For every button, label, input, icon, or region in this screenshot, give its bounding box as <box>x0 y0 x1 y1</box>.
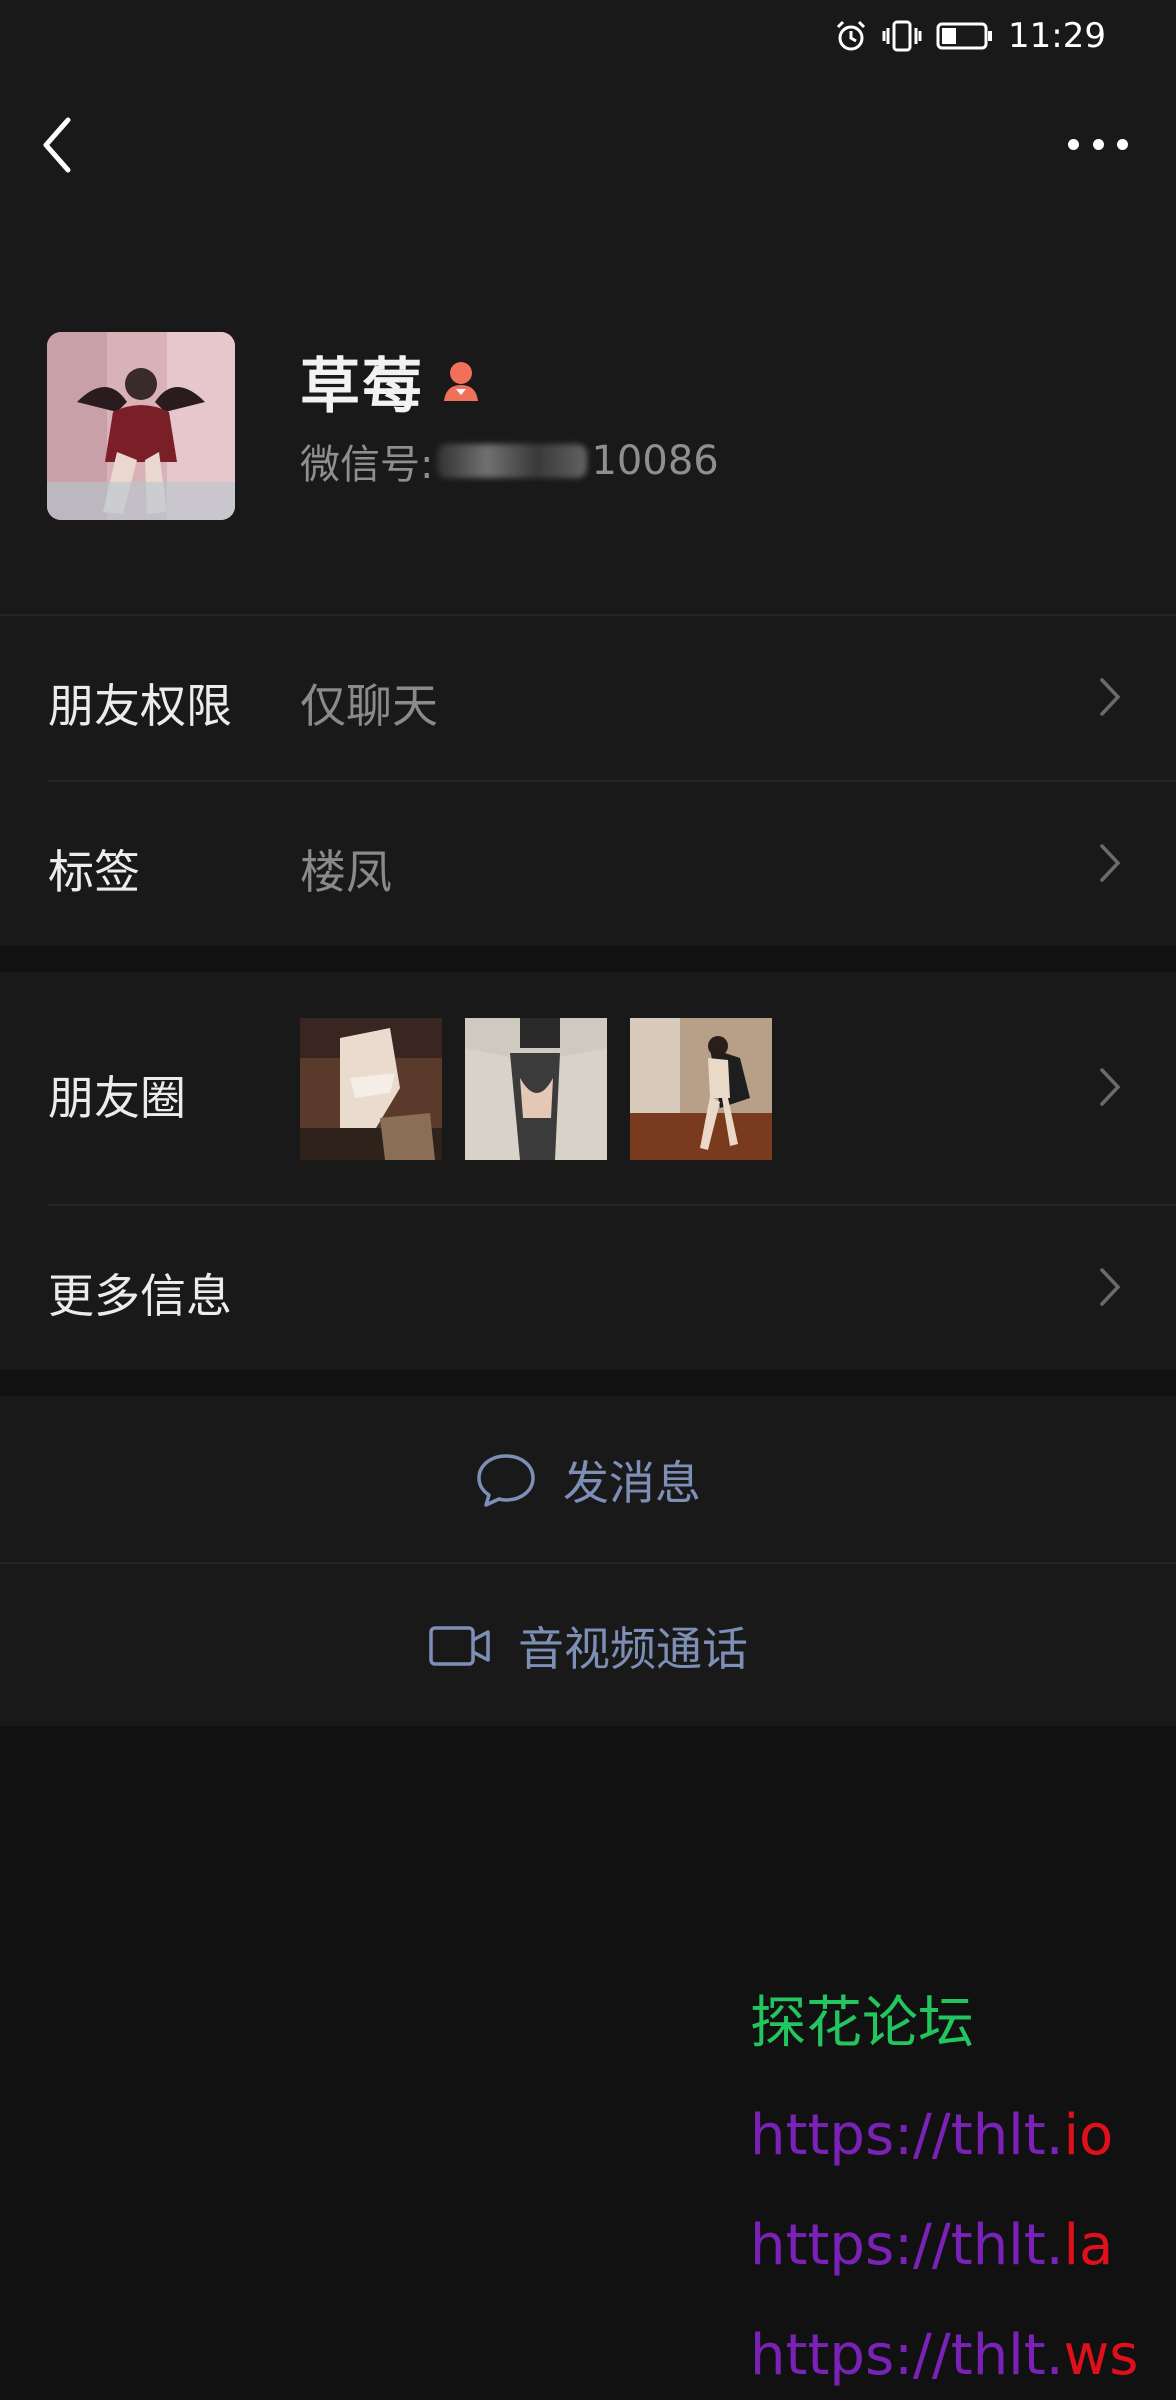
watermark-link: https://thlt.io <box>750 2103 1114 2168</box>
row-tags[interactable]: 标签 楼凤 <box>0 782 1176 946</box>
chevron-right-icon <box>1100 678 1121 716</box>
row-more-info[interactable]: 更多信息 <box>0 1206 1176 1370</box>
redacted-id-blur <box>437 444 588 478</box>
wechat-id-value: 10086 <box>591 438 719 484</box>
profile-name-row: 草莓 <box>300 338 484 425</box>
more-button[interactable] <box>1068 124 1128 164</box>
row-value: 楼凤 <box>300 845 392 899</box>
wechat-id-label: 微信号: <box>300 442 434 488</box>
wechat-id: 微信号: 10086 <box>300 432 719 490</box>
video-camera-icon <box>429 1626 490 1666</box>
video-call-button[interactable]: 音视频通话 <box>0 1564 1176 1728</box>
row-friend-permissions[interactable]: 朋友权限 仅聊天 <box>0 616 1176 780</box>
chevron-right-icon <box>1100 1268 1121 1306</box>
moments-photo[interactable] <box>300 1018 442 1160</box>
section-gap <box>0 1370 1176 1396</box>
watermark-link: https://thlt.ws <box>750 2323 1139 2388</box>
row-value: 仅聊天 <box>300 679 438 733</box>
profile-name: 草莓 <box>300 352 424 422</box>
row-label: 标签 <box>48 845 140 899</box>
status-time: 11:29 <box>1008 16 1106 56</box>
vibrate-icon <box>882 19 922 53</box>
status-bar: 11:29 <box>834 14 1106 58</box>
send-message-button[interactable]: 发消息 <box>0 1398 1176 1562</box>
more-dots-icon <box>1068 138 1079 150</box>
send-message-label: 发消息 <box>563 1456 701 1510</box>
section-gap <box>0 946 1176 972</box>
row-label: 更多信息 <box>48 1269 232 1323</box>
moments-photo[interactable] <box>630 1018 772 1160</box>
back-button[interactable] <box>36 112 86 178</box>
row-label: 朋友权限 <box>48 679 232 733</box>
battery-icon <box>936 21 994 51</box>
row-label: 朋友圈 <box>48 1071 186 1125</box>
chat-bubble-icon <box>477 1454 535 1507</box>
watermark-link: https://thlt.la <box>750 2213 1114 2278</box>
avatar[interactable] <box>47 332 235 520</box>
chevron-right-icon <box>1100 1068 1121 1106</box>
chevron-right-icon <box>1100 844 1121 882</box>
female-icon <box>438 357 484 407</box>
watermark-title: 探花论坛 <box>750 1991 974 2056</box>
alarm-icon <box>834 19 868 53</box>
moments-photo[interactable] <box>465 1018 607 1160</box>
video-call-label: 音视频通话 <box>518 1622 748 1676</box>
chevron-left-icon <box>43 117 71 173</box>
